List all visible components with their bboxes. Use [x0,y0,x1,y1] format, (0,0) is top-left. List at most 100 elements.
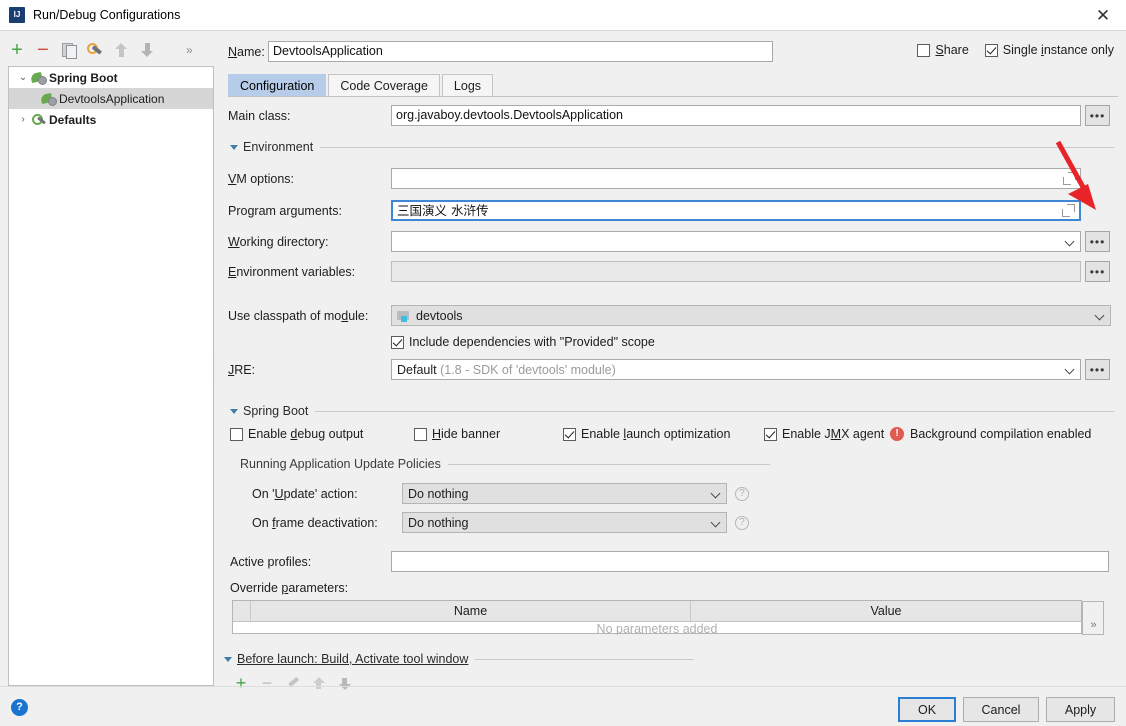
share-label: Share [935,43,968,57]
ok-button[interactable]: OK [898,697,956,722]
single-instance-only-checkbox[interactable]: Single instance only [985,43,1114,57]
configuration-panel: Main class: org.javaboy.devtools.Devtool… [228,100,1118,660]
before-launch-add-button[interactable]: + [228,672,254,694]
toolbar-overflow-button[interactable]: » [186,43,192,57]
override-parameters-expand-button[interactable]: » [1082,601,1104,635]
edit-defaults-button[interactable] [82,37,108,63]
environment-variables-label: Environment variables: [228,265,391,279]
on-update-action-help-icon[interactable]: ? [735,487,749,501]
jre-value: Default [397,363,437,377]
before-launch-header[interactable]: Before launch: Build, Activate tool wind… [224,652,694,666]
environment-section-header[interactable]: Environment [230,140,1114,154]
hide-banner-label: Hide banner [432,427,500,441]
single-instance-only-label: Single instance only [1003,43,1114,57]
name-label: Name: [228,45,268,59]
tab-code-coverage[interactable]: Code Coverage [328,74,440,96]
on-frame-deactivation-help-icon[interactable]: ? [735,516,749,530]
active-profiles-input[interactable] [391,551,1109,572]
error-icon [890,427,904,441]
program-arguments-expand-icon[interactable] [1062,204,1075,217]
chevron-down-icon[interactable] [710,516,723,529]
chevron-down-icon[interactable] [1094,309,1107,322]
table-header-gutter [233,601,251,621]
add-configuration-button[interactable]: + [4,37,30,63]
chevron-down-icon[interactable] [1064,235,1077,248]
tree-node-devtools-application[interactable]: DevtoolsApplication [9,88,213,109]
enable-jmx-agent-label: Enable JMX agent [782,427,884,441]
chevron-down-icon[interactable] [710,487,723,500]
module-combo[interactable]: devtools [391,305,1111,326]
program-arguments-input[interactable]: 三国演义 水浒传 [391,200,1081,221]
before-launch-edit-button[interactable] [280,672,306,694]
remove-configuration-button[interactable]: − [30,37,56,63]
configuration-options: Share Single instance only [917,43,1114,57]
move-down-button[interactable] [134,37,160,63]
environment-variables-input[interactable] [391,261,1081,282]
main-class-browse-button[interactable]: ••• [1085,105,1110,126]
working-directory-label: Working directory: [228,235,391,249]
chevron-down-icon[interactable] [1064,363,1077,376]
jre-combo[interactable]: Default (1.8 - SDK of 'devtools' module) [391,359,1081,380]
enable-jmx-agent-checkbox[interactable]: Enable JMX agent [764,427,884,441]
enable-launch-optimization-checkbox[interactable]: Enable launch optimization [563,427,730,441]
ellipsis-icon: ••• [1090,112,1106,120]
tree-node-label: Defaults [49,113,96,127]
help-button[interactable]: ? [11,699,28,716]
include-provided-scope-checkbox[interactable]: Include dependencies with "Provided" sco… [391,335,655,349]
move-up-button[interactable] [108,37,134,63]
cancel-button[interactable]: Cancel [963,697,1039,722]
module-icon [397,310,411,322]
close-icon[interactable]: ✕ [1080,0,1126,31]
spring-boot-icon [31,71,46,85]
intellij-idea-logo-icon [9,7,25,23]
expand-twisty-icon[interactable]: ⌄ [15,72,31,83]
vm-options-expand-icon[interactable] [1063,172,1076,185]
panel-splitter[interactable] [210,66,217,686]
tree-node-defaults[interactable]: › Defaults [9,109,213,130]
name-input[interactable]: DevtoolsApplication [268,41,773,62]
jre-browse-button[interactable]: ••• [1085,359,1110,380]
jre-label: JRE: [228,363,391,377]
on-update-action-combo[interactable]: Do nothing [402,483,727,504]
section-divider [315,411,1114,412]
chevron-down-icon [224,657,232,662]
before-launch-move-down-button[interactable] [332,672,358,694]
arrow-down-icon [141,43,154,57]
on-frame-deactivation-row: On frame deactivation: Do nothing ? [252,512,749,533]
enable-debug-output-checkbox[interactable]: Enable debug output [230,427,363,441]
on-update-action-label: On 'Update' action: [252,487,402,501]
apply-button[interactable]: Apply [1046,697,1115,722]
vm-options-input[interactable] [391,168,1081,189]
hide-banner-checkbox[interactable]: Hide banner [414,427,500,441]
section-divider [475,659,694,660]
copy-configuration-button[interactable] [56,37,82,63]
hide-banner-row: Hide banner [414,427,500,441]
table-header-value: Value [691,601,1081,621]
main-class-input[interactable]: org.javaboy.devtools.DevtoolsApplication [391,105,1081,126]
before-launch-remove-button[interactable]: − [254,672,280,694]
arrow-up-icon [313,677,325,690]
spring-boot-section-header[interactable]: Spring Boot [230,404,1114,418]
on-update-action-value: Do nothing [408,487,710,501]
include-provided-scope-label: Include dependencies with "Provided" sco… [409,335,655,349]
enable-debug-output-label: Enable debug output [248,427,363,441]
tab-logs[interactable]: Logs [442,74,493,96]
working-directory-combo[interactable] [391,231,1081,252]
tab-configuration[interactable]: Configuration [228,74,326,96]
tree-node-spring-boot[interactable]: ⌄ Spring Boot [9,67,213,88]
working-directory-row: Working directory: ••• [228,231,1118,252]
spring-boot-icon [41,92,56,106]
enable-debug-output-row: Enable debug output [230,427,363,441]
share-checkbox[interactable]: Share [917,43,968,57]
on-frame-deactivation-combo[interactable]: Do nothing [402,512,727,533]
environment-variables-browse-button[interactable]: ••• [1085,261,1110,282]
collapse-twisty-icon[interactable]: › [15,114,31,125]
splitter-grip [212,352,215,386]
ellipsis-icon: ••• [1090,238,1106,246]
override-parameters-table[interactable]: Name Value No parameters added » [232,600,1082,634]
before-launch-move-up-button[interactable] [306,672,332,694]
working-directory-browse-button[interactable]: ••• [1085,231,1110,252]
arrow-up-icon [115,43,128,57]
vm-options-row: VM options: [228,168,1118,189]
tabs-underline [228,96,1118,97]
